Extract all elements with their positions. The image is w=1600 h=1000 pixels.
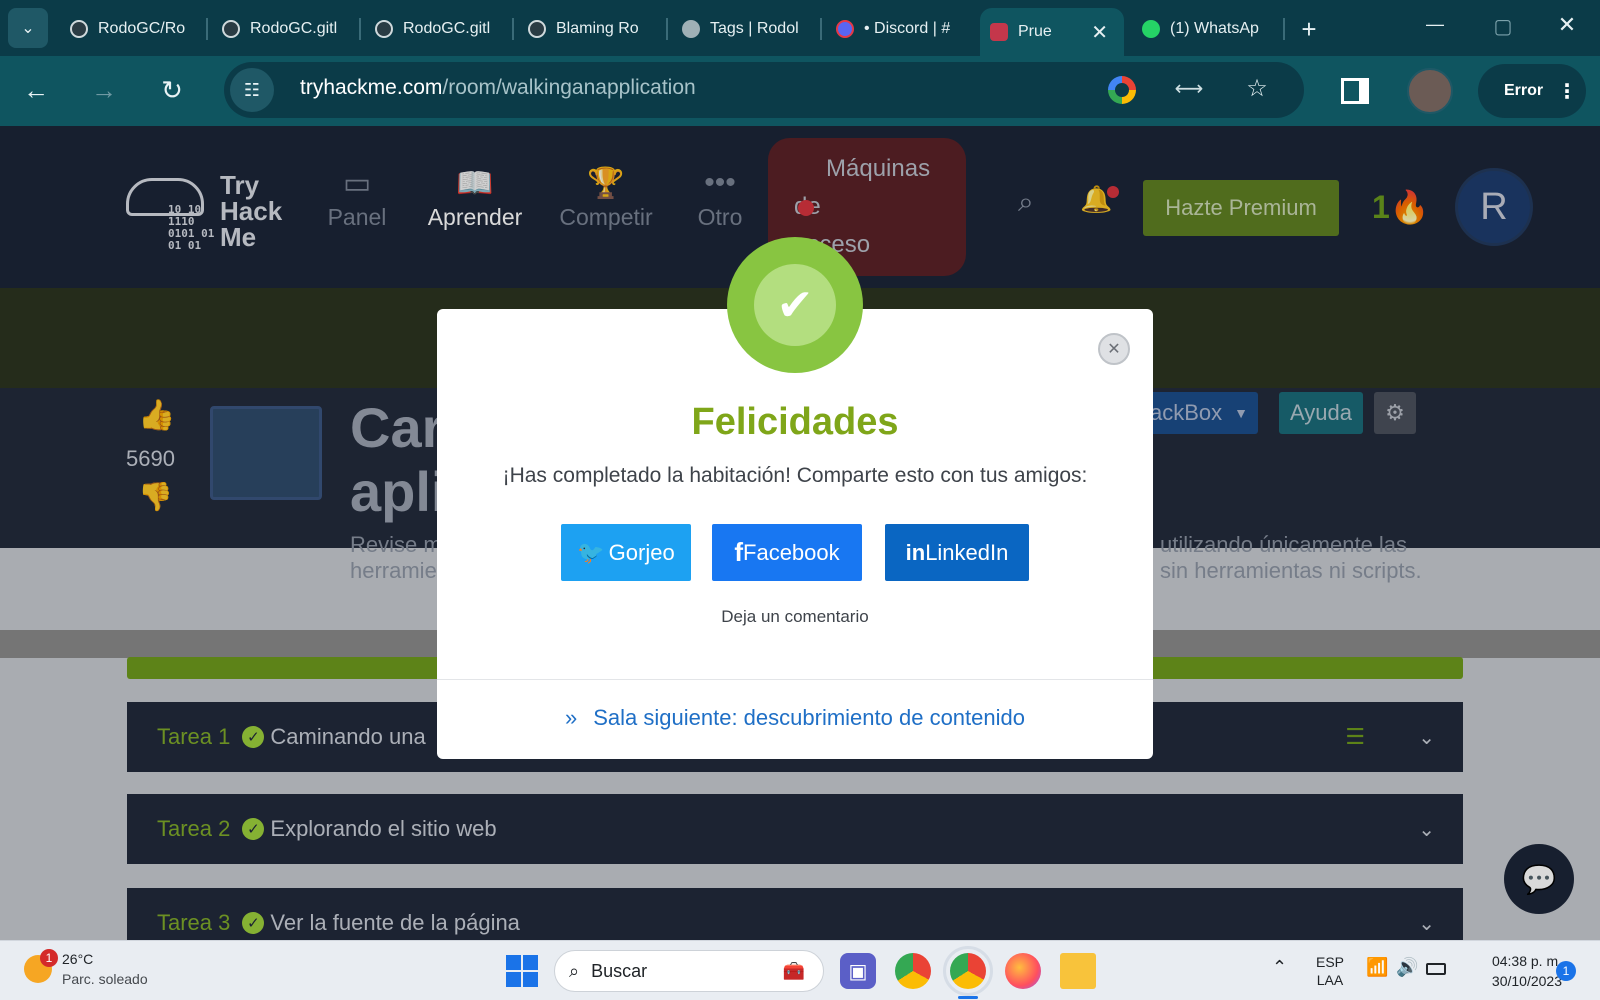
volume-icon[interactable]: 🔊	[1396, 957, 1418, 978]
leave-comment-link[interactable]: Deja un comentario	[437, 607, 1153, 627]
forward-button[interactable]: →	[84, 70, 124, 110]
weather-widget[interactable]: 1 26°C Parc. soleado	[20, 949, 180, 993]
arrow-left-icon: ←	[23, 74, 49, 105]
address-bar[interactable]: ☷ tryhackme.com/room/walkinganapplicatio…	[224, 62, 1304, 118]
profile-avatar[interactable]	[1407, 68, 1453, 114]
chrome-profile-icon[interactable]	[943, 946, 993, 996]
browser-tab-8[interactable]: (1) WhatsAp	[1132, 10, 1282, 48]
tab-separator	[666, 18, 668, 40]
tab-separator	[206, 18, 208, 40]
github-icon	[222, 20, 240, 38]
google-icon[interactable]	[1108, 76, 1136, 104]
plus-icon: +	[1301, 13, 1317, 44]
tray-chevron-up-icon[interactable]: ⌃	[1272, 957, 1287, 978]
close-modal-button[interactable]: ✕	[1098, 333, 1130, 365]
tab-separator	[359, 18, 361, 40]
github-icon	[528, 20, 546, 38]
browser-tab-4[interactable]: Blaming Ro	[518, 10, 663, 48]
windows-taskbar: 1 26°C Parc. soleado ⌕ Buscar 🧰 ▣ ⌃ ESP L…	[0, 940, 1600, 1000]
facebook-share-button[interactable]: f Facebook	[712, 524, 862, 581]
battery-icon[interactable]	[1426, 963, 1446, 975]
chrome-icon[interactable]	[895, 953, 931, 989]
browser-tab-active[interactable]: Prue ✕	[980, 8, 1124, 56]
linkedin-share-button[interactable]: in LinkedIn	[885, 524, 1029, 581]
language-indicator[interactable]: ESP LAA	[1316, 953, 1344, 989]
modal-title: Felicidades	[691, 401, 899, 443]
profile-status-label: Error	[1504, 82, 1544, 99]
browser-toolbar: ← → ↻ ☷ tryhackme.com/room/walkinganappl…	[0, 56, 1600, 126]
bookmark-star-icon[interactable]: ☆	[1242, 74, 1272, 104]
tab-separator	[1283, 18, 1285, 40]
tab-separator	[820, 18, 822, 40]
search-icon: ⌕	[569, 960, 580, 981]
discord-icon	[836, 20, 854, 38]
close-window-button[interactable]: ✕	[1552, 12, 1582, 42]
profile-error-button[interactable]: Error ⋮	[1478, 64, 1586, 118]
twitter-bird-icon: 🐦	[577, 539, 605, 565]
browser-tab-6[interactable]: • Discord | #	[826, 10, 971, 48]
browser-tab-3[interactable]: RodoGC.gitl	[365, 10, 510, 48]
firefox-icon[interactable]	[1005, 953, 1041, 989]
start-button[interactable]	[506, 955, 538, 987]
browser-tab-2[interactable]: RodoGC.gitl	[212, 10, 357, 48]
weather-description: Parc. soleado	[62, 971, 148, 987]
taskbar-search[interactable]: ⌕ Buscar 🧰	[554, 950, 824, 992]
next-room-link[interactable]: » Sala siguiente: descubrimiento de conte…	[437, 705, 1153, 731]
facebook-icon: f	[734, 537, 744, 567]
weather-badge: 1	[40, 949, 58, 967]
file-explorer-icon[interactable]	[1060, 953, 1096, 989]
tab-search-button[interactable]: ⌄	[8, 8, 48, 48]
back-button[interactable]: ←	[16, 70, 56, 110]
url-path: /room/walkinganapplication	[442, 76, 696, 99]
success-badge: ✔	[727, 237, 863, 373]
close-icon: ✕	[1107, 341, 1121, 358]
whatsapp-icon	[1142, 20, 1160, 38]
tryhackme-icon	[990, 23, 1008, 41]
minimize-button[interactable]: —	[1420, 14, 1450, 42]
check-badge-icon: ✔	[754, 264, 836, 346]
tune-icon: ☷	[243, 79, 261, 100]
twitter-share-button[interactable]: 🐦 Gorjeo	[561, 524, 691, 581]
chevron-down-icon: ⌄	[21, 20, 35, 37]
arrow-right-icon: →	[91, 74, 117, 105]
search-highlight-icon: 🧰	[782, 960, 805, 981]
browser-tab-strip: ⌄ RodoGC/Ro RodoGC.gitl RodoGC.gitl Blam…	[0, 0, 1600, 56]
teams-meet-icon[interactable]: ▣	[840, 953, 876, 989]
notification-count-badge[interactable]: 1	[1556, 961, 1576, 981]
wifi-icon[interactable]: 📶	[1366, 957, 1388, 978]
side-panel-icon[interactable]	[1341, 78, 1369, 104]
modal-message: ¡Has completado la habitación! Comparte …	[502, 464, 1088, 487]
linkedin-icon: in	[905, 539, 926, 565]
weather-temp: 26°C	[62, 951, 94, 967]
browser-tab-5[interactable]: Tags | Rodol	[672, 10, 817, 48]
reload-button[interactable]: ↻	[152, 70, 192, 110]
clock[interactable]: 04:38 p. m. 30/10/2023	[1466, 951, 1562, 991]
maximize-button[interactable]: ▢	[1488, 14, 1518, 42]
browser-tab-1[interactable]: RodoGC/Ro	[60, 10, 205, 48]
new-tab-button[interactable]: +	[1292, 12, 1326, 46]
github-icon	[70, 20, 88, 38]
url-domain: tryhackme.com	[300, 76, 443, 99]
translate-icon[interactable]: ⟷	[1174, 76, 1204, 104]
active-app-indicator	[958, 996, 978, 999]
modal-divider	[437, 679, 1153, 680]
reload-icon: ↻	[161, 74, 183, 105]
url-text: tryhackme.com/room/walkinganapplication	[300, 76, 696, 100]
kebab-menu-icon[interactable]: ⋮	[1557, 79, 1577, 104]
double-chevron-right-icon: »	[565, 705, 578, 730]
tab-separator	[512, 18, 514, 40]
github-icon	[375, 20, 393, 38]
globe-icon	[682, 20, 700, 38]
close-tab-icon[interactable]: ✕	[1091, 20, 1108, 45]
site-info-button[interactable]: ☷	[230, 68, 274, 112]
